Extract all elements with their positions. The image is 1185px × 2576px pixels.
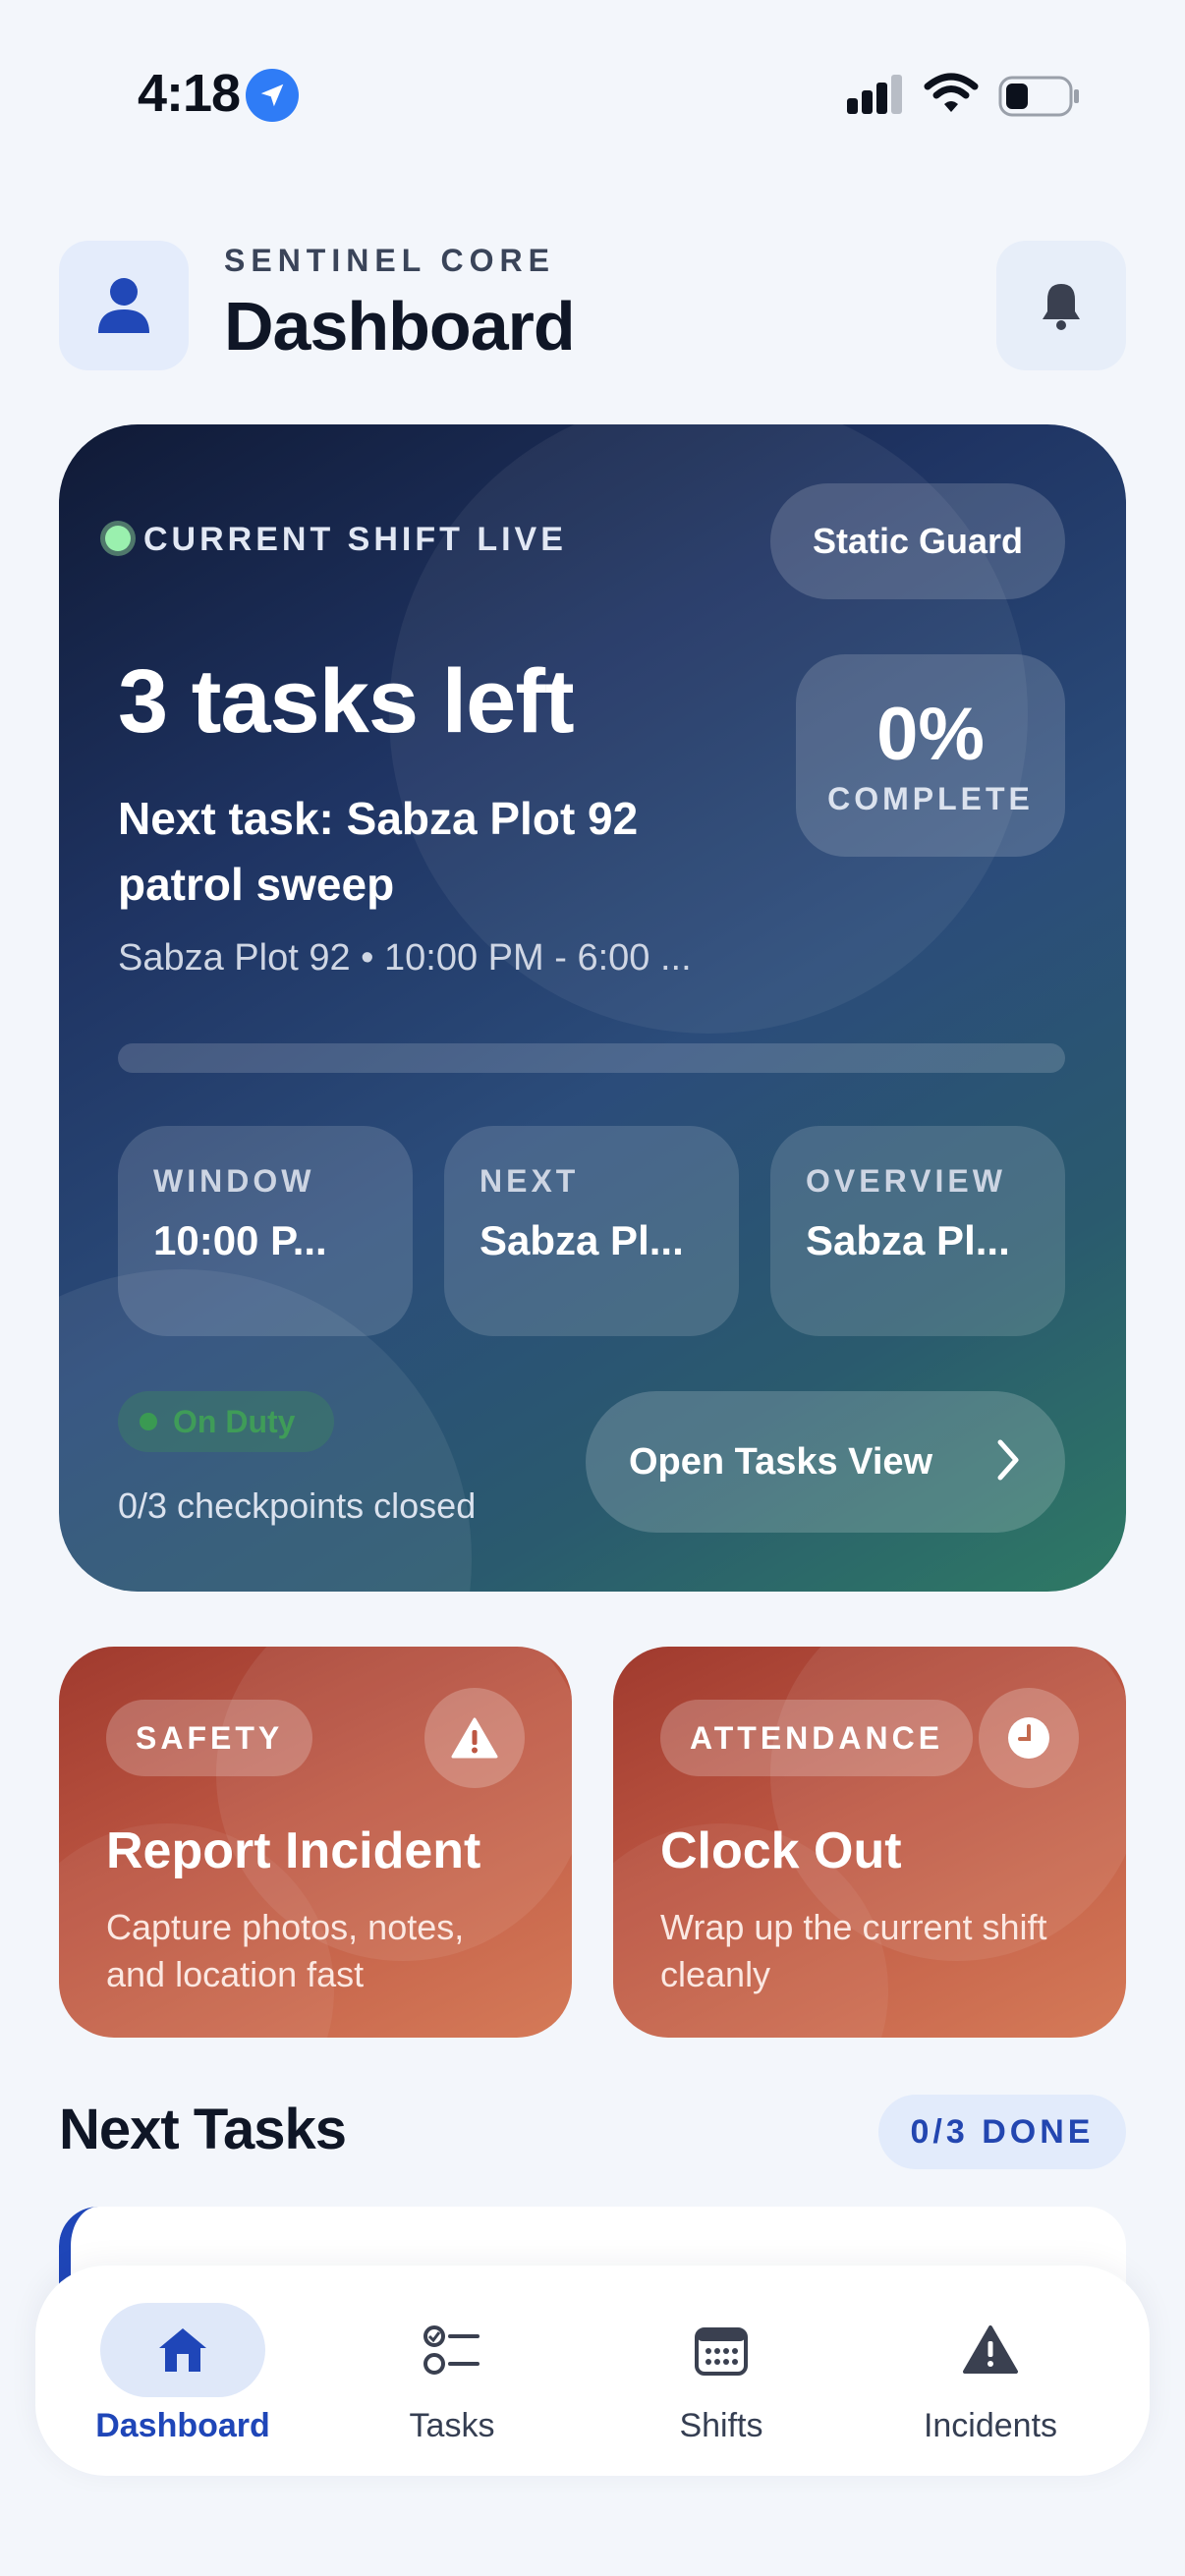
nav-item-tasks[interactable]: Tasks bbox=[324, 2266, 580, 2476]
battery-icon bbox=[998, 75, 1081, 123]
chevron-right-icon bbox=[997, 1439, 1019, 1481]
tile-value: Sabza Pl... bbox=[806, 1217, 1010, 1263]
nav-icon-container bbox=[100, 2303, 265, 2397]
tasks-done-badge: 0/3 DONE bbox=[878, 2095, 1126, 2169]
page-title: Dashboard bbox=[224, 288, 576, 364]
clock-out-card[interactable]: ATTENDANCE Clock Out Wrap up the current… bbox=[613, 1647, 1126, 2038]
status-time: 4:18 bbox=[138, 64, 241, 123]
shift-progress-bar bbox=[118, 1043, 1065, 1073]
card-description: Capture photos, notes, and location fast bbox=[106, 1907, 465, 1994]
completion-badge: 0% COMPLETE bbox=[796, 654, 1065, 857]
open-tasks-label: Open Tasks View bbox=[629, 1440, 933, 1483]
shift-live-label: CURRENT SHIFT LIVE bbox=[143, 521, 567, 558]
nav-icon-container bbox=[908, 2303, 1073, 2397]
warning-icon bbox=[963, 2325, 1018, 2374]
checkpoints-text: 0/3 checkpoints closed bbox=[118, 1485, 477, 1526]
warning-icon bbox=[424, 1688, 525, 1788]
checklist-icon bbox=[423, 2325, 480, 2375]
bell-icon bbox=[1043, 284, 1080, 330]
shift-meta: Sabza Plot 92 • 10:00 PM - 6:00 ... bbox=[118, 937, 692, 979]
nav-item-incidents[interactable]: Incidents bbox=[863, 2266, 1118, 2476]
nav-label: Shifts bbox=[679, 2407, 763, 2444]
card-tag: SAFETY bbox=[106, 1700, 313, 1776]
completion-label: COMPLETE bbox=[827, 781, 1034, 816]
nav-icon-container bbox=[369, 2303, 535, 2397]
avatar-button[interactable] bbox=[59, 241, 189, 370]
role-badge: Static Guard bbox=[770, 483, 1065, 599]
nav-icon-container bbox=[639, 2303, 804, 2397]
tile-label: NEXT bbox=[480, 1163, 580, 1199]
nav-item-shifts[interactable]: Shifts bbox=[593, 2266, 849, 2476]
tile-value: Sabza Pl... bbox=[480, 1217, 684, 1263]
tasks-left-heading: 3 tasks left bbox=[118, 651, 575, 752]
card-title: Clock Out bbox=[660, 1822, 902, 1879]
completion-value: 0% bbox=[876, 693, 985, 776]
next-task-text: Next task: Sabza Plot 92 patrol sweep bbox=[118, 793, 639, 910]
open-tasks-view-button[interactable]: Open Tasks View bbox=[586, 1391, 1065, 1533]
overview-tile[interactable]: OVERVIEW Sabza Pl... bbox=[770, 1126, 1065, 1336]
tile-label: WINDOW bbox=[153, 1163, 315, 1199]
section-title: Next Tasks bbox=[59, 2098, 347, 2161]
card-tag: ATTENDANCE bbox=[660, 1700, 974, 1776]
status-dot bbox=[140, 1413, 157, 1430]
user-icon bbox=[98, 278, 149, 333]
home-icon bbox=[159, 2328, 206, 2372]
duty-status-badge: On Duty bbox=[118, 1391, 334, 1452]
calendar-icon bbox=[695, 2327, 748, 2376]
current-shift-card: CURRENT SHIFT LIVE Static Guard 3 tasks … bbox=[59, 424, 1126, 1592]
notifications-button[interactable] bbox=[996, 241, 1126, 370]
nav-label: Tasks bbox=[409, 2407, 495, 2444]
nav-label: Dashboard bbox=[95, 2407, 270, 2444]
tile-value: 10:00 P... bbox=[153, 1217, 327, 1263]
tile-label: OVERVIEW bbox=[806, 1163, 1006, 1199]
nav-label: Incidents bbox=[923, 2407, 1058, 2444]
clock-icon bbox=[979, 1688, 1079, 1788]
wifi-icon bbox=[924, 73, 979, 121]
duty-status-label: On Duty bbox=[173, 1403, 296, 1439]
card-title: Report Incident bbox=[106, 1822, 481, 1879]
next-tile[interactable]: NEXT Sabza Pl... bbox=[444, 1126, 739, 1336]
bottom-navigation: Dashboard Tasks Shifts Incidents bbox=[35, 2266, 1150, 2476]
status-bar: 4:18 bbox=[0, 0, 1185, 196]
report-incident-card[interactable]: SAFETY Report Incident Capture photos, n… bbox=[59, 1647, 572, 2038]
cellular-signal-icon bbox=[847, 75, 906, 123]
nav-item-dashboard[interactable]: Dashboard bbox=[55, 2266, 310, 2476]
window-tile[interactable]: WINDOW 10:00 P... bbox=[118, 1126, 413, 1336]
location-arrow-icon bbox=[246, 69, 299, 122]
brand-label: SENTINEL CORE bbox=[224, 243, 555, 278]
live-indicator-dot bbox=[100, 521, 136, 556]
card-description: Wrap up the current shift cleanly bbox=[660, 1907, 1047, 1994]
